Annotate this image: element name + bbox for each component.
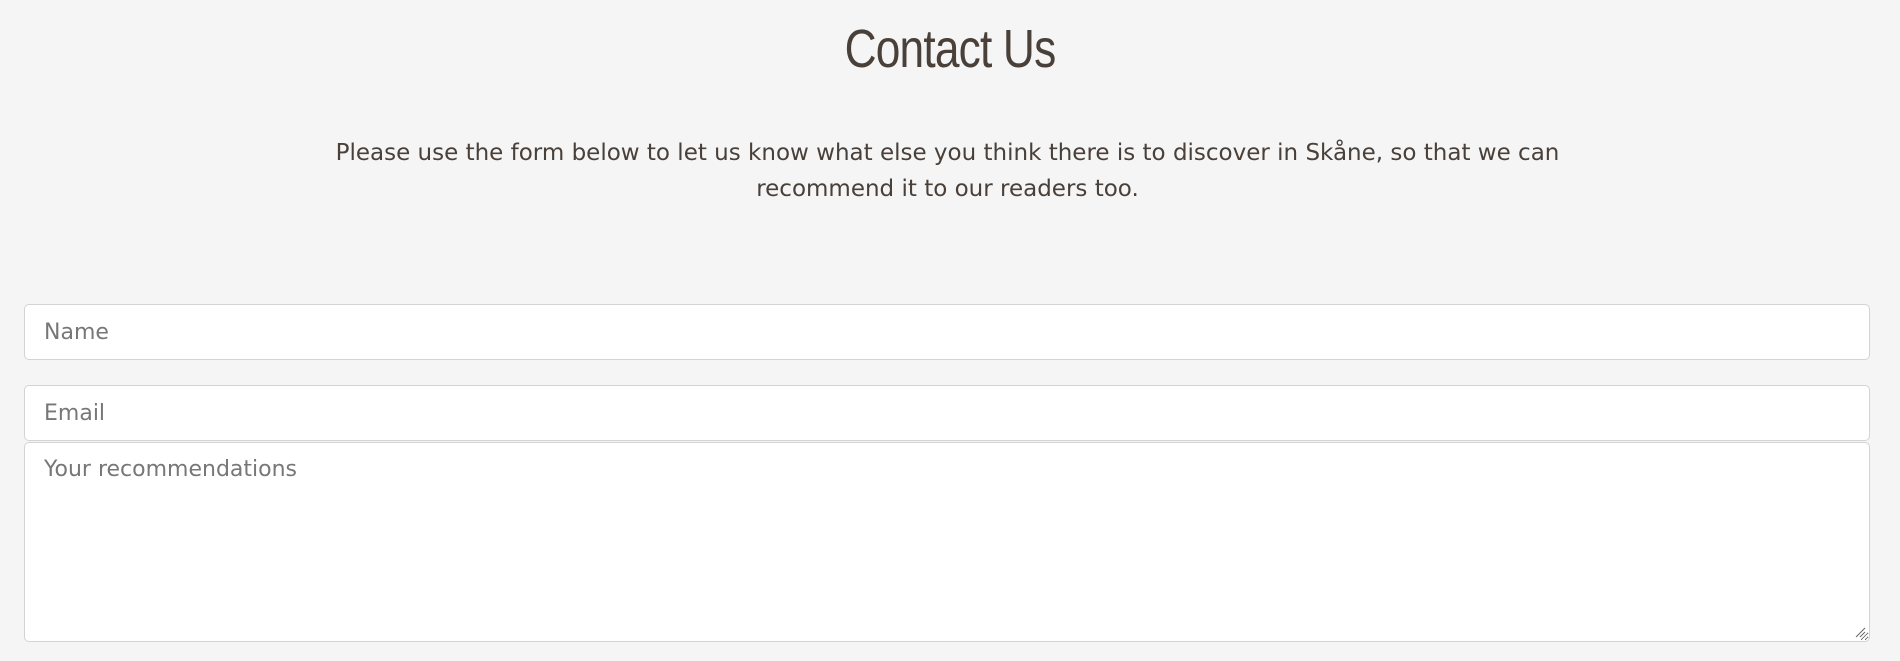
email-input[interactable] bbox=[24, 385, 1870, 441]
recommendations-textarea[interactable] bbox=[24, 442, 1870, 642]
name-input[interactable] bbox=[24, 304, 1870, 360]
contact-page: Contact Us Please use the form below to … bbox=[0, 0, 1900, 661]
page-title: Contact Us bbox=[844, 19, 1057, 79]
intro-text: Please use the form below to let us know… bbox=[335, 140, 1560, 202]
resize-handle-icon[interactable] bbox=[1854, 626, 1866, 638]
